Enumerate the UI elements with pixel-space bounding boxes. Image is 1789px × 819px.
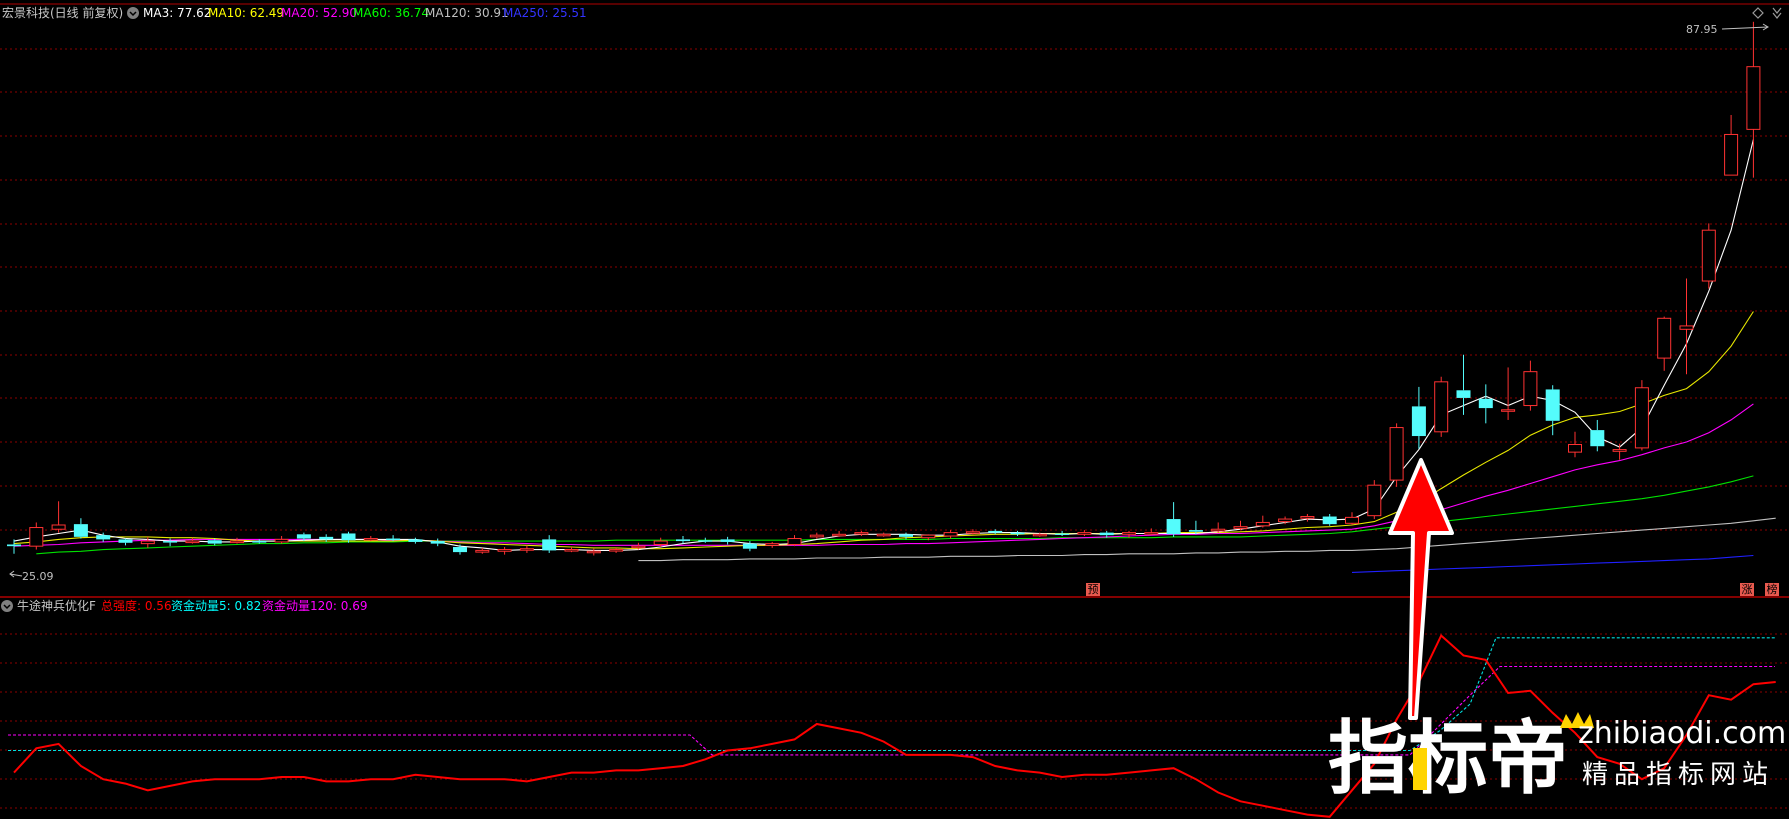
candle-54 — [1211, 522, 1226, 533]
zhang-marker: 涨 — [1740, 583, 1754, 596]
ma10-line — [13, 311, 1754, 550]
candle-11 — [252, 539, 267, 544]
candle-55 — [1233, 520, 1248, 531]
high-price-annotation: 87.95 — [1686, 23, 1769, 36]
stock-title[interactable]: 宏景科技(日线 前复权) — [2, 5, 123, 20]
candle-2 — [51, 501, 66, 533]
candle-51 — [1144, 528, 1159, 536]
fund120-label: 资金动量120: 0.69 — [262, 598, 367, 613]
candle-20 — [453, 544, 467, 555]
candle-60 — [1345, 512, 1359, 525]
ma120-label: MA120: 30.91 — [425, 6, 509, 20]
candle-73 — [1634, 380, 1649, 451]
svg-text:涨: 涨 — [1742, 583, 1753, 596]
low-price-annotation: 25.09 — [9, 570, 54, 583]
candle-67 — [1501, 367, 1516, 420]
candle-3 — [73, 518, 88, 539]
watermark: 指标帝 zhibiaodi.com 精品指标网站 — [1328, 712, 1786, 805]
candle-19 — [430, 538, 445, 547]
candle-59 — [1322, 513, 1337, 526]
fund5-label: 资金动量5: 0.82 — [171, 598, 261, 613]
moving-average-lines — [13, 139, 1776, 573]
candle-25 — [564, 547, 579, 553]
ma250-label: MA250: 25.51 — [503, 6, 587, 20]
candle-37 — [832, 530, 847, 537]
candle-71 — [1590, 419, 1605, 452]
candle-43 — [965, 529, 980, 535]
ma3-label: MA3: 77.62 — [143, 6, 211, 20]
collapse-chevron-icon[interactable] — [1772, 7, 1782, 19]
candle-76 — [1701, 223, 1716, 289]
candle-63 — [1411, 386, 1426, 449]
candle-74 — [1657, 316, 1672, 371]
watermark-domain: zhibiaodi.com — [1578, 716, 1786, 751]
candle-38 — [854, 530, 869, 537]
candle-24 — [542, 535, 557, 553]
candle-32 — [720, 536, 735, 545]
candle-18 — [408, 537, 423, 544]
candle-62 — [1389, 423, 1404, 487]
candle-1 — [29, 522, 44, 550]
candle-65 — [1456, 354, 1471, 415]
candle-70 — [1568, 431, 1582, 458]
candle-47 — [1055, 530, 1070, 537]
candle-34 — [765, 541, 780, 548]
candle-30 — [676, 536, 690, 544]
watermark-slogan: 精品指标网站 — [1582, 760, 1774, 790]
candle-48 — [1077, 530, 1092, 537]
svg-text:87.95: 87.95 — [1686, 23, 1718, 36]
candle-42 — [943, 530, 958, 539]
candle-68 — [1523, 360, 1538, 411]
ma10-label: MA10: 62.49 — [208, 6, 284, 20]
strength-label: 总强度: 0.56 — [101, 598, 172, 613]
yu-marker: 预 — [1086, 583, 1100, 596]
candle-77 — [1724, 114, 1739, 176]
settings-circle-icon[interactable] — [127, 7, 139, 19]
indicator-title[interactable]: 牛途神兵优化F — [17, 598, 96, 613]
candle-0 — [7, 539, 21, 554]
ma20-label: MA20: 52.90 — [281, 6, 357, 20]
candle-61 — [1367, 480, 1382, 520]
candle-64 — [1434, 376, 1449, 437]
candle-58 — [1300, 513, 1315, 522]
candlestick-series — [7, 21, 1761, 556]
bang-marker: 榜 — [1765, 582, 1779, 596]
price-header: 宏景科技(日线 前复权) MA3: 77.62 MA10: 62.49 MA20… — [2, 5, 587, 20]
candle-36 — [809, 532, 824, 539]
candle-6 — [140, 536, 155, 548]
watermark-brand: 指标帝 — [1328, 712, 1568, 805]
candle-27 — [609, 547, 624, 553]
candle-12 — [274, 536, 289, 544]
stock-chart[interactable]: 宏景科技(日线 前复权) MA3: 77.62 MA10: 62.49 MA20… — [0, 0, 1789, 819]
indicator-header: 牛途神兵优化F 总强度: 0.56 资金动量5: 0.82 资金动量120: 0… — [1, 598, 367, 613]
candle-66 — [1478, 384, 1493, 424]
candle-8 — [185, 537, 200, 544]
candle-35 — [787, 535, 802, 547]
candle-39 — [876, 532, 891, 537]
candle-45 — [1010, 530, 1025, 537]
candle-16 — [363, 536, 378, 542]
diamond-icon[interactable] — [1752, 7, 1764, 19]
ma20-line — [13, 403, 1754, 547]
candle-78 — [1746, 21, 1761, 178]
price-grid — [0, 48, 1789, 531]
svg-text:25.09: 25.09 — [22, 570, 54, 583]
svg-text:预: 预 — [1088, 583, 1099, 596]
candle-23 — [519, 545, 534, 553]
ma3-line — [13, 139, 1754, 551]
candle-10 — [230, 537, 244, 544]
candle-75 — [1679, 278, 1694, 375]
candle-72 — [1612, 443, 1627, 460]
candle-56 — [1255, 515, 1270, 528]
candle-52 — [1166, 502, 1181, 537]
ma60-line — [36, 475, 1754, 555]
candle-22 — [497, 547, 512, 555]
ma60-label: MA60: 36.74 — [353, 6, 429, 20]
indicator-settings-icon[interactable] — [1, 600, 13, 612]
svg-text:榜: 榜 — [1767, 582, 1778, 596]
candle-5 — [118, 538, 133, 546]
watermark-yellow-accent — [1413, 748, 1427, 790]
